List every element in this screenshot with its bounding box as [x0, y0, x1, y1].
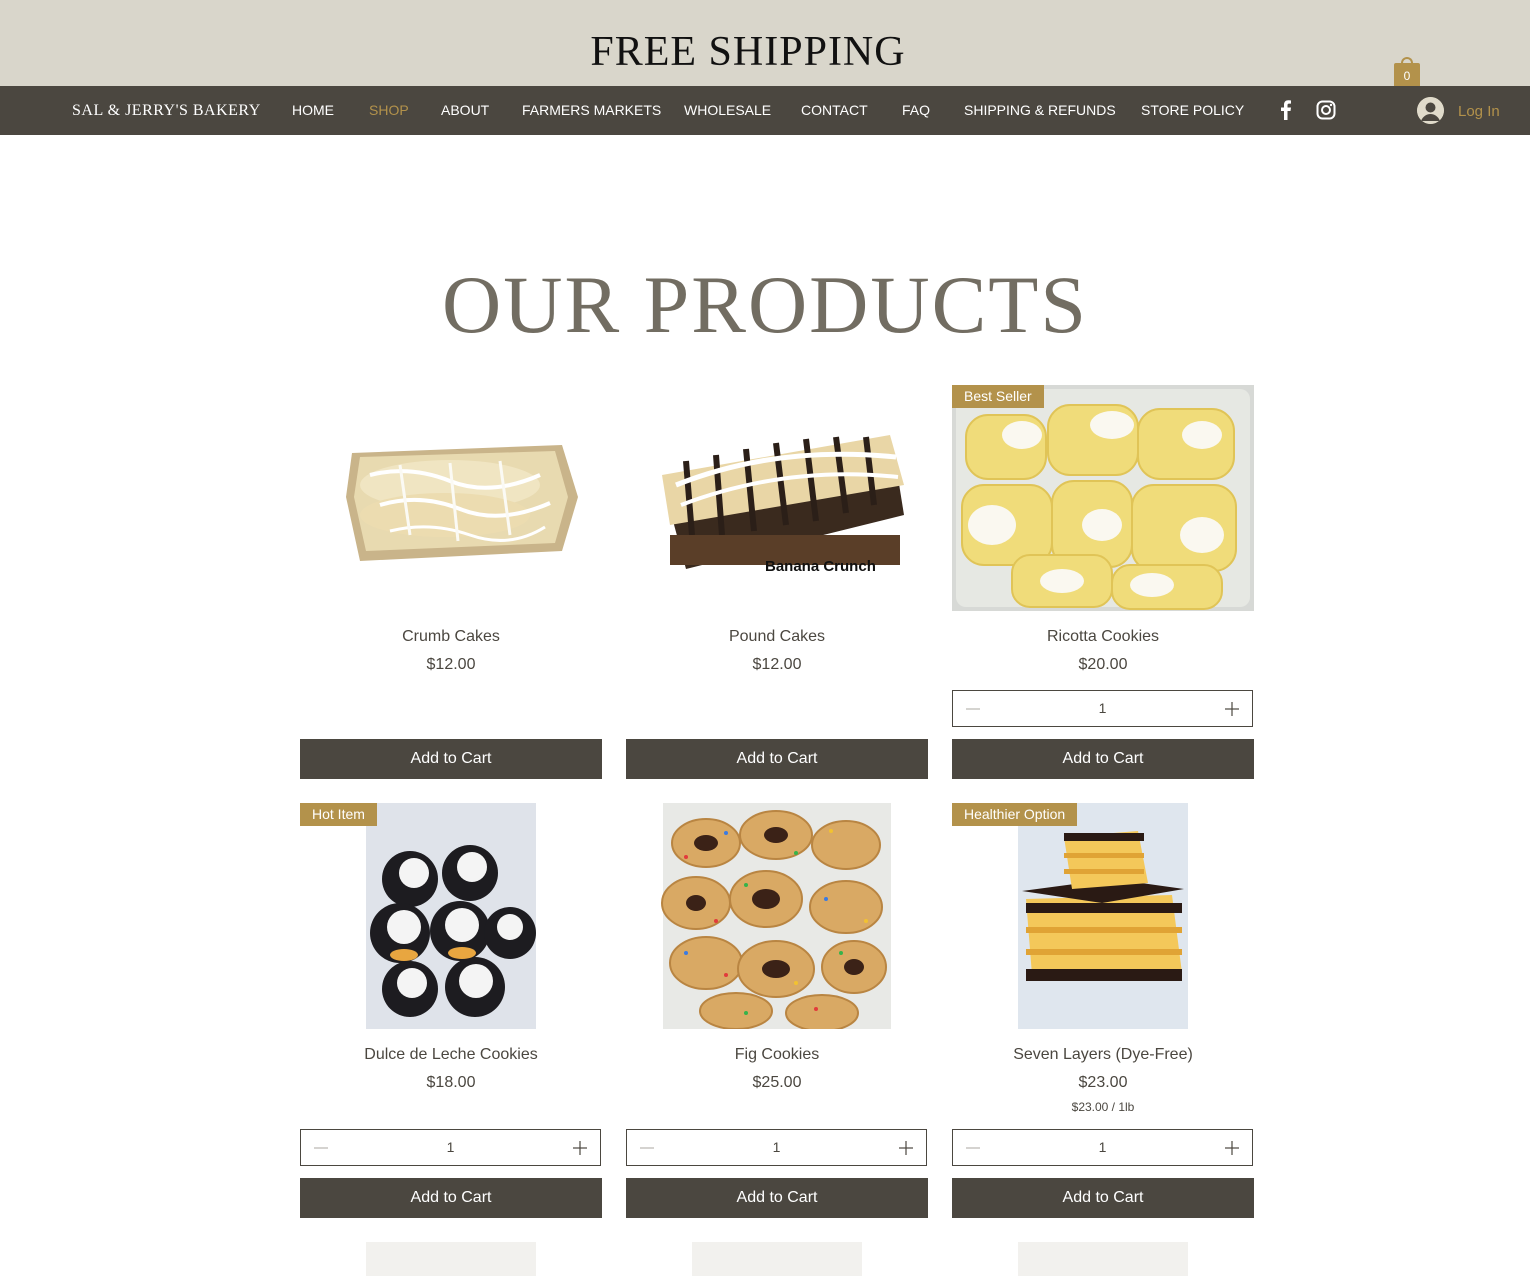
promo-text: FREE SHIPPING [590, 29, 906, 75]
user-avatar-icon [1417, 97, 1444, 124]
product-image[interactable] [300, 803, 602, 1029]
add-to-cart-button[interactable]: Add to Cart [626, 739, 928, 779]
add-to-cart-button[interactable]: Add to Cart [952, 739, 1254, 779]
product-image[interactable] [1018, 1242, 1188, 1276]
promo-bar: FREE SHIPPING 0 [0, 0, 1530, 88]
quantity-input[interactable]: 1 [1013, 700, 1192, 716]
quantity-input[interactable]: 1 [1013, 1139, 1192, 1155]
nav-item-farmers-markets[interactable]: FARMERS MARKETS [522, 102, 661, 118]
main-nav: SAL & JERRY'S BAKERY HOME SHOP ABOUT FAR… [0, 86, 1530, 135]
plus-icon[interactable] [1222, 699, 1242, 719]
nav-item-contact[interactable]: CONTACT [801, 102, 868, 118]
add-to-cart-button[interactable]: Add to Cart [300, 739, 602, 779]
product-price: $12.00 [752, 656, 802, 673]
page-title: OUR PRODUCTS [442, 259, 1088, 350]
product-price: $20.00 [1078, 656, 1128, 673]
minus-icon[interactable] [963, 699, 983, 719]
product-price: $23.00 [1078, 1074, 1128, 1091]
product-image[interactable]: Banana Crunch [626, 385, 928, 611]
quantity-stepper[interactable]: 1 [626, 1129, 927, 1166]
product-image[interactable] [300, 385, 602, 611]
nav-item-shop[interactable]: SHOP [369, 102, 409, 118]
product-image[interactable] [952, 803, 1254, 1029]
product-name[interactable]: Fig Cookies [626, 1046, 928, 1064]
product-unit-price: $23.00 / 1lb [1071, 1100, 1135, 1114]
nav-item-wholesale[interactable]: WHOLESALE [684, 102, 771, 118]
minus-icon[interactable] [637, 1138, 657, 1158]
product-price: $18.00 [426, 1074, 476, 1091]
product-image[interactable] [952, 385, 1254, 611]
add-to-cart-button[interactable]: Add to Cart [952, 1178, 1254, 1218]
cart-button[interactable]: 0 [1394, 57, 1420, 88]
product-ribbon: Hot Item [300, 803, 377, 826]
instagram-icon[interactable] [1316, 100, 1336, 120]
product-name[interactable]: Seven Layers (Dye-Free) [952, 1046, 1254, 1064]
facebook-icon[interactable] [1276, 100, 1296, 120]
product-image[interactable] [366, 1242, 536, 1276]
add-to-cart-button[interactable]: Add to Cart [300, 1178, 602, 1218]
quantity-stepper[interactable]: 1 [300, 1129, 601, 1166]
product-ribbon: Best Seller [952, 385, 1044, 408]
quantity-input[interactable]: 1 [687, 1139, 866, 1155]
add-to-cart-button[interactable]: Add to Cart [626, 1178, 928, 1218]
minus-icon[interactable] [963, 1138, 983, 1158]
login-label: Log In [1458, 103, 1500, 120]
product-name[interactable]: Dulce de Leche Cookies [300, 1046, 602, 1064]
quantity-stepper[interactable]: 1 [952, 1129, 1253, 1166]
product-name[interactable]: Crumb Cakes [300, 628, 602, 646]
nav-item-store-policy[interactable]: STORE POLICY [1141, 102, 1244, 118]
product-image[interactable] [626, 803, 928, 1029]
nav-item-home[interactable]: HOME [292, 102, 334, 118]
cart-count: 0 [1403, 69, 1411, 83]
product-name[interactable]: Pound Cakes [626, 628, 928, 646]
image-caption: Banana Crunch [765, 558, 876, 575]
product-image[interactable] [692, 1242, 862, 1276]
quantity-input[interactable]: 1 [361, 1139, 540, 1155]
nav-item-faq[interactable]: FAQ [902, 102, 930, 118]
minus-icon[interactable] [311, 1138, 331, 1158]
product-ribbon: Healthier Option [952, 803, 1078, 826]
product-name[interactable]: Ricotta Cookies [952, 628, 1254, 646]
plus-icon[interactable] [1222, 1138, 1242, 1158]
plus-icon[interactable] [570, 1138, 590, 1158]
nav-item-about[interactable]: ABOUT [441, 102, 489, 118]
nav-item-shipping-refunds[interactable]: SHIPPING & REFUNDS [964, 102, 1116, 118]
product-price: $12.00 [426, 656, 476, 673]
brand-name[interactable]: SAL & JERRY'S BAKERY [72, 102, 261, 120]
plus-icon[interactable] [896, 1138, 916, 1158]
quantity-stepper[interactable]: 1 [952, 690, 1253, 727]
product-price: $25.00 [752, 1074, 802, 1091]
